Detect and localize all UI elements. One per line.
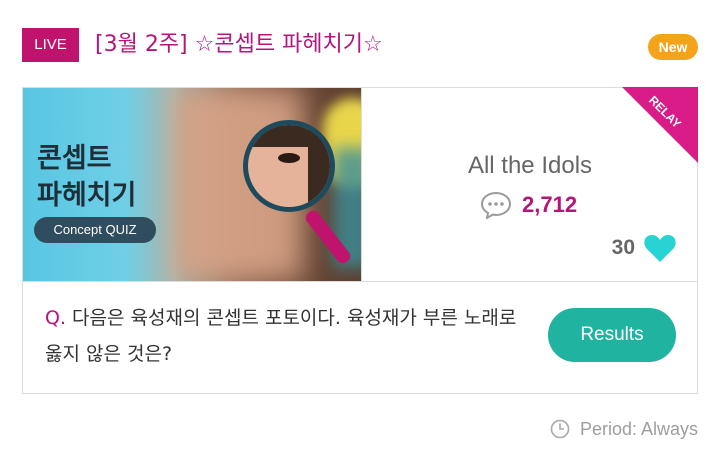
relay-label: RELAY	[646, 93, 684, 131]
comment-icon	[480, 191, 512, 219]
quiz-thumbnail[interactable]: 콘셉트 파헤치기 Concept QUIZ	[23, 88, 361, 281]
quiz-page: LIVE [3월 2주] ☆콘셉트 파헤치기☆ New 콘셉트 파헤치기 Con…	[0, 0, 719, 461]
period-info: Period: Always	[550, 417, 698, 441]
clock-icon	[550, 419, 570, 439]
period-label: Period: Always	[579, 418, 698, 439]
live-badge: LIVE	[22, 28, 79, 62]
quiz-info-panel: RELAY All the Idols 2,712 30	[361, 87, 698, 281]
thumbnail-title: 콘셉트 파헤치기	[37, 143, 137, 211]
results-button[interactable]: Results	[548, 308, 676, 362]
quiz-title[interactable]: [3월 2주] ☆콘셉트 파헤치기☆	[95, 30, 383, 60]
question-text: 다음은 육성재의 콘셉트 포토이다. 육성재가 부른 노래로 옳지 않은 것은?	[45, 307, 517, 365]
quiz-header: LIVE [3월 2주] ☆콘셉트 파헤치기☆ New	[22, 28, 698, 64]
like-stat[interactable]: 30	[612, 231, 677, 265]
question-prefix: Q.	[45, 307, 66, 329]
concept-quiz-label: Concept QUIZ	[34, 217, 156, 243]
comment-count: 2,712	[522, 192, 578, 217]
magnifier-icon	[243, 120, 335, 212]
comment-stat[interactable]: 2,712	[480, 189, 577, 221]
heart-icon[interactable]	[643, 233, 677, 263]
quiz-card[interactable]: 콘셉트 파헤치기 Concept QUIZ RELAY All the Idol…	[22, 87, 698, 394]
publisher-name: All the Idols	[467, 152, 593, 179]
card-divider	[23, 281, 697, 282]
new-badge: New	[648, 34, 698, 60]
quiz-question: Q. 다음은 육성재의 콘셉트 포토이다. 육성재가 부른 노래로 옳지 않은 …	[45, 300, 535, 372]
like-count: 30	[611, 236, 635, 259]
